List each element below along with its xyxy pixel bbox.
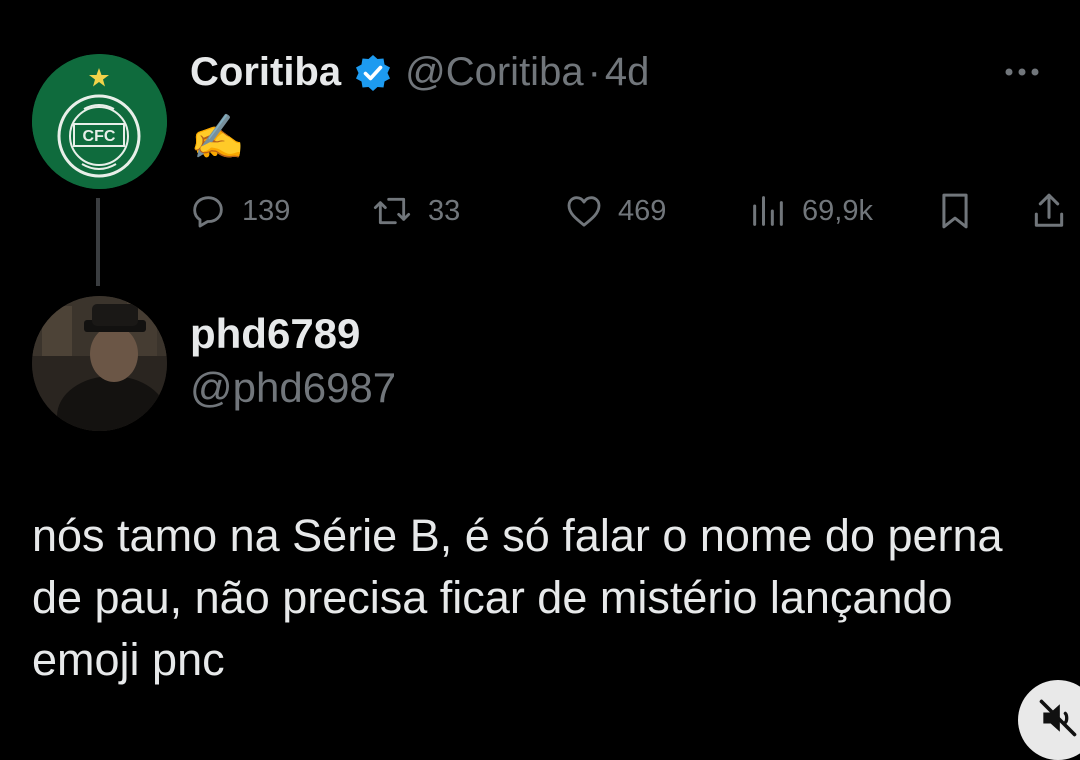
bookmark-button[interactable] xyxy=(936,184,974,238)
mute-icon xyxy=(1039,699,1077,737)
reply-author-name[interactable]: phd6789 xyxy=(190,310,360,358)
coritiba-crest-icon: CFC xyxy=(32,54,167,189)
heart-icon xyxy=(567,196,601,227)
like-count: 469 xyxy=(618,194,667,227)
tweet-text: ✍️ xyxy=(190,113,245,162)
crest-letters: CFC xyxy=(83,128,116,145)
separator: · xyxy=(587,50,601,94)
author-handle[interactable]: @Coritiba xyxy=(405,50,583,95)
views-icon xyxy=(753,196,783,226)
retweet-count: 33 xyxy=(428,194,461,227)
bookmark-icon xyxy=(942,193,968,229)
avatar[interactable]: CFC xyxy=(32,54,167,189)
mute-button[interactable] xyxy=(1018,680,1080,760)
views-button[interactable]: 69,9k xyxy=(748,184,873,238)
retweet-button[interactable]: 33 xyxy=(370,184,460,238)
author-name[interactable]: Coritiba xyxy=(190,50,341,95)
reply-icon xyxy=(193,196,223,228)
tweet-header: Coritiba @Coritiba · 4d xyxy=(190,50,649,95)
user-photo-avatar[interactable] xyxy=(32,296,167,431)
reply-button[interactable]: 139 xyxy=(188,184,290,238)
reply-text: nós tamo na Série B, é só falar o nome d… xyxy=(32,510,1003,685)
share-button[interactable] xyxy=(1030,184,1068,238)
reply-count: 139 xyxy=(242,194,291,227)
view-count: 69,9k xyxy=(802,194,873,227)
share-icon xyxy=(1034,193,1064,227)
verified-badge-icon xyxy=(353,53,393,93)
retweet-icon xyxy=(373,197,411,225)
reply-author-handle[interactable]: @phd6987 xyxy=(190,364,396,412)
like-button[interactable]: 469 xyxy=(564,184,666,238)
tweet-actions: 139 33 469 69,9k xyxy=(188,184,1072,238)
thread-connector xyxy=(96,198,100,286)
tweet-time[interactable]: 4d xyxy=(605,50,650,95)
more-icon[interactable] xyxy=(1002,60,1042,84)
